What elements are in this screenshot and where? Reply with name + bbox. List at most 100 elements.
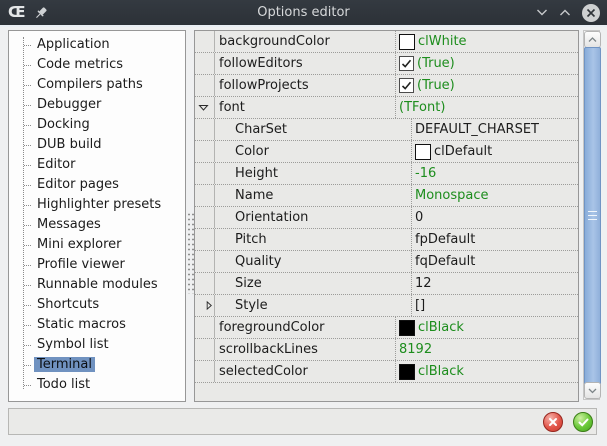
sidebar-item-terminal[interactable]: Terminal xyxy=(9,355,185,375)
property-grid[interactable]: backgroundColorclWhitefollowEditors(True… xyxy=(194,30,579,402)
sidebar-item-shortcuts[interactable]: Shortcuts xyxy=(9,295,185,315)
sidebar-item-symbol-list[interactable]: Symbol list xyxy=(9,335,185,355)
property-value[interactable]: clDefault xyxy=(412,141,578,162)
titlebar[interactable]: Œ Options editor xyxy=(0,0,607,25)
checkbox-checked[interactable] xyxy=(399,78,414,93)
property-name[interactable]: selectedColor xyxy=(215,361,396,382)
property-row-scrollbacklines[interactable]: scrollbackLines8192 xyxy=(195,339,578,361)
sidebar-item-todo-list[interactable]: Todo list xyxy=(9,375,185,395)
property-row-foregroundcolor[interactable]: foregroundColorclBlack xyxy=(195,317,578,339)
sidebar-item-dub-build[interactable]: DUB build xyxy=(9,135,185,155)
sidebar-item-editor[interactable]: Editor xyxy=(9,155,185,175)
property-name[interactable]: Name xyxy=(215,185,412,206)
sidebar-item-editor-pages[interactable]: Editor pages xyxy=(9,175,185,195)
property-name[interactable]: Quality xyxy=(215,251,412,272)
expander-gutter xyxy=(195,185,215,206)
property-name[interactable]: followEditors xyxy=(215,53,396,74)
checkbox-checked[interactable] xyxy=(399,56,414,71)
sidebar-item-code-metrics[interactable]: Code metrics xyxy=(9,55,185,75)
grid-scrollbar[interactable] xyxy=(583,30,600,400)
property-row-font[interactable]: font(TFont) xyxy=(195,97,578,119)
sidebar-item-runnable-modules[interactable]: Runnable modules xyxy=(9,275,185,295)
property-row-color[interactable]: Color clDefault xyxy=(195,141,578,163)
property-row-pitch[interactable]: PitchfpDefault xyxy=(195,229,578,251)
property-value[interactable]: fpDefault xyxy=(412,229,578,250)
accept-button[interactable] xyxy=(573,412,593,432)
sidebar-item-label: Code metrics xyxy=(34,57,126,72)
minimize-icon[interactable] xyxy=(536,8,548,17)
property-row-charset[interactable]: CharSetDEFAULT_CHARSET xyxy=(195,119,578,141)
property-row-name[interactable]: NameMonospace xyxy=(195,185,578,207)
sidebar-item-compilers-paths[interactable]: Compilers paths xyxy=(9,75,185,95)
splitter-grip[interactable] xyxy=(187,212,194,294)
property-name[interactable]: Height xyxy=(215,163,412,184)
sidebar-item-debugger[interactable]: Debugger xyxy=(9,95,185,115)
property-row-selectedcolor[interactable]: selectedColor clBlack xyxy=(195,361,578,383)
property-row-orientation[interactable]: Orientation0 xyxy=(195,207,578,229)
property-name[interactable]: Size xyxy=(215,273,412,294)
property-value[interactable]: [] xyxy=(412,295,578,316)
sidebar-item-application[interactable]: Application xyxy=(9,35,185,55)
property-name[interactable]: backgroundColor xyxy=(215,31,396,52)
property-value-text: DEFAULT_CHARSET xyxy=(415,122,539,137)
property-name[interactable]: CharSet xyxy=(215,119,412,140)
expander-collapsed-icon[interactable] xyxy=(195,295,215,316)
property-row-followprojects[interactable]: followProjects (True) xyxy=(195,75,578,97)
sidebar-item-profile-viewer[interactable]: Profile viewer xyxy=(9,255,185,275)
expander-expanded-icon[interactable] xyxy=(195,97,215,118)
cancel-button[interactable] xyxy=(543,412,563,432)
property-value-text: fpDefault xyxy=(415,232,475,247)
property-row-followeditors[interactable]: followEditors(True) xyxy=(195,53,578,75)
close-icon[interactable] xyxy=(582,4,600,22)
color-swatch[interactable] xyxy=(415,144,431,160)
expander-gutter xyxy=(195,339,215,360)
property-value-text: clBlack xyxy=(418,364,464,379)
property-name[interactable]: followProjects xyxy=(215,75,396,96)
property-name[interactable]: Orientation xyxy=(215,207,412,228)
property-value[interactable]: DEFAULT_CHARSET xyxy=(412,119,578,140)
property-value[interactable]: 12 xyxy=(412,273,578,294)
color-swatch[interactable] xyxy=(399,364,415,380)
property-name[interactable]: scrollbackLines xyxy=(215,339,396,360)
property-value[interactable]: fqDefault xyxy=(412,251,578,272)
sidebar-item-label: Terminal xyxy=(34,357,95,372)
property-value[interactable]: (True) xyxy=(396,75,578,96)
property-name[interactable]: Style xyxy=(215,295,412,316)
sidebar-item-highlighter-presets[interactable]: Highlighter presets xyxy=(9,195,185,215)
property-name[interactable]: foregroundColor xyxy=(215,317,396,338)
sidebar-item-label: Compilers paths xyxy=(34,77,146,92)
property-value[interactable]: Monospace xyxy=(412,185,578,206)
property-value[interactable]: (True) xyxy=(396,53,578,74)
color-swatch[interactable] xyxy=(399,320,415,336)
sidebar-item-mini-explorer[interactable]: Mini explorer xyxy=(9,235,185,255)
property-row-style[interactable]: Style[] xyxy=(195,295,578,317)
property-row-backgroundcolor[interactable]: backgroundColorclWhite xyxy=(195,31,578,53)
sidebar-item-label: Mini explorer xyxy=(34,237,125,252)
property-value[interactable]: clBlack xyxy=(396,317,578,338)
category-list[interactable]: Application Code metrics Compilers paths De… xyxy=(8,30,186,402)
property-value-text: (True) xyxy=(417,78,455,93)
scroll-up-icon[interactable] xyxy=(584,31,601,48)
scroll-down-icon[interactable] xyxy=(584,382,601,399)
property-name[interactable]: Pitch xyxy=(215,229,412,250)
maximize-icon[interactable] xyxy=(559,8,571,17)
sidebar-item-messages[interactable]: Messages xyxy=(9,215,185,235)
expander-gutter xyxy=(195,273,215,294)
property-row-quality[interactable]: QualityfqDefault xyxy=(195,251,578,273)
property-value-text: clDefault xyxy=(434,144,492,159)
property-name[interactable]: font xyxy=(215,97,396,118)
property-name[interactable]: Color xyxy=(215,141,412,162)
property-value[interactable]: clWhite xyxy=(396,31,578,52)
property-row-size[interactable]: Size12 xyxy=(195,273,578,295)
scrollbar-thumb[interactable] xyxy=(584,47,601,385)
sidebar-item-docking[interactable]: Docking xyxy=(9,115,185,135)
property-value[interactable]: (TFont) xyxy=(396,97,578,118)
property-value[interactable]: -16 xyxy=(412,163,578,184)
sidebar-item-static-macros[interactable]: Static macros xyxy=(9,315,185,335)
property-row-height[interactable]: Height-16 xyxy=(195,163,578,185)
property-value[interactable]: 0 xyxy=(412,207,578,228)
color-swatch[interactable] xyxy=(399,34,415,50)
property-value[interactable]: 8192 xyxy=(396,339,578,360)
sidebar-item-label: Messages xyxy=(34,217,104,232)
property-value[interactable]: clBlack xyxy=(396,361,578,382)
